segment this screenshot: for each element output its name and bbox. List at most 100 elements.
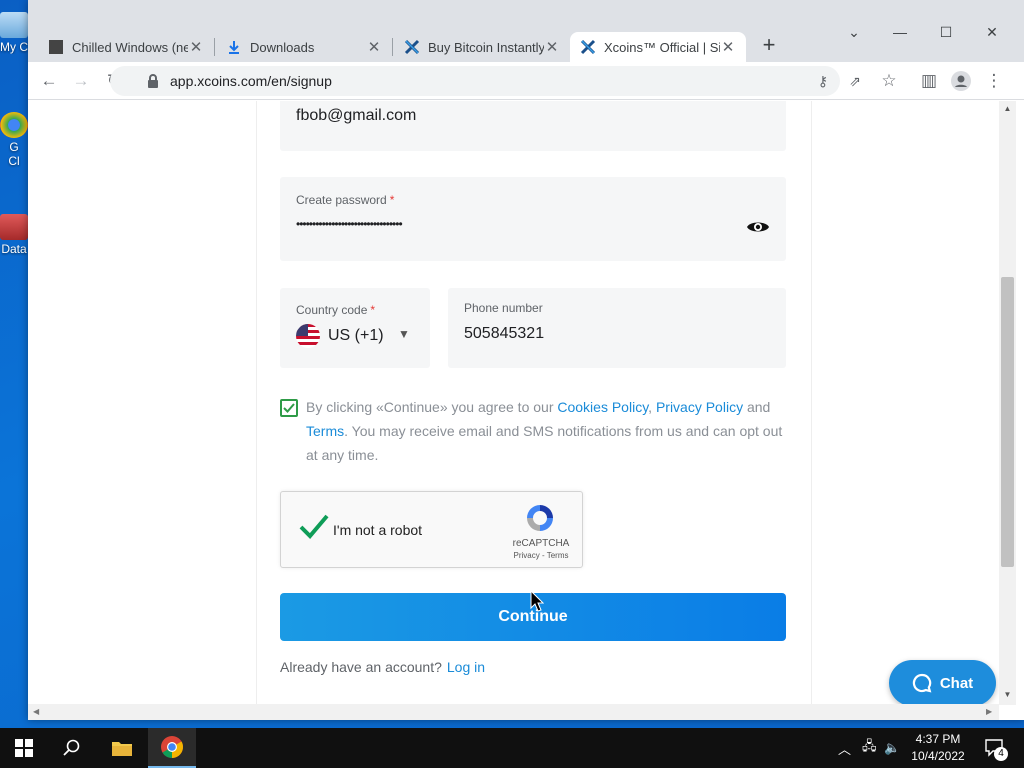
desktop-icon-label: G <box>9 140 19 154</box>
recaptcha-links[interactable]: Privacy - Terms <box>507 551 575 560</box>
network-icon[interactable]: 🖧 <box>862 728 877 768</box>
log-in-link[interactable]: Log in <box>447 659 485 675</box>
back-arrow-icon[interactable]: ← <box>36 69 62 93</box>
taskbar: ︿ 🖧 🔈 4:37 PM 10/4/2022 4 <box>0 728 1024 768</box>
bookmark-star-icon[interactable]: ☆ <box>876 69 902 93</box>
phone-number-value: 505845321 <box>464 325 545 342</box>
chrome-icon <box>161 736 183 758</box>
email-value: fbob@gmail.com <box>296 107 417 124</box>
phone-number-field[interactable]: Phone number 505845321 <box>448 288 786 368</box>
clock-time: 4:37 PM <box>915 732 961 746</box>
tab-close-icon[interactable]: ✕ <box>544 38 560 56</box>
tab-xcoins-signup[interactable]: Xcoins™ Official | Sig ✕ <box>570 32 746 62</box>
data-file-icon <box>0 214 28 240</box>
download-icon <box>226 39 242 55</box>
start-button[interactable] <box>0 728 48 768</box>
tab-separator <box>214 38 215 56</box>
country-code-value: US (+1) <box>328 327 384 344</box>
recaptcha-check-icon[interactable] <box>297 512 331 542</box>
tab-search-chevron-icon[interactable]: ⌄ <box>831 24 877 46</box>
scroll-down-arrow-icon[interactable]: ▼ <box>999 690 1016 699</box>
profile-avatar-icon[interactable] <box>948 69 974 93</box>
desktop-icon-data[interactable]: Data <box>0 214 28 256</box>
us-flag-icon <box>296 324 320 353</box>
lock-icon[interactable] <box>146 73 162 89</box>
tab-buy-bitcoin[interactable]: Buy Bitcoin Instantly ✕ <box>394 32 570 62</box>
recaptcha-label: I'm not a robot <box>333 522 423 538</box>
volume-icon[interactable]: 🔈 <box>884 728 900 768</box>
xcoins-logo-icon <box>580 39 596 55</box>
notification-center-button[interactable]: 4 <box>984 728 1008 768</box>
chrome-taskbar-button[interactable] <box>148 728 196 768</box>
address-bar[interactable]: app.xcoins.com/en/signup ⚷ ⇗ <box>110 66 861 96</box>
tab-chilled-windows[interactable]: Chilled Windows (new ✕ <box>38 32 214 62</box>
scrollbar-thumb[interactable] <box>1001 277 1014 567</box>
side-panel-icon[interactable]: ▥ <box>916 69 942 93</box>
show-hidden-icons-chevron[interactable]: ︿ <box>838 728 851 768</box>
horizontal-scrollbar[interactable]: ◀ ▶ <box>28 704 999 720</box>
consent-suffix: . You may receive email and SMS notifica… <box>306 423 783 463</box>
tab-title: Downloads <box>250 39 315 55</box>
tab-close-icon[interactable]: ✕ <box>188 38 204 56</box>
desktop-icon-label: Cl <box>8 154 20 168</box>
consent-comma: , <box>648 399 656 415</box>
new-tab-button[interactable]: + <box>758 34 780 56</box>
tab-close-icon[interactable]: ✕ <box>366 38 382 56</box>
email-field[interactable]: fbob@gmail.com <box>280 101 786 151</box>
menu-kebab-icon[interactable]: ⋮ <box>981 69 1007 93</box>
recaptcha-logo-icon <box>524 502 556 534</box>
browser-toolbar: ← → ↻ app.xcoins.com/en/signup ⚷ ⇗ ☆ ▥ ⋮ <box>28 62 1024 100</box>
mouse-cursor-icon <box>530 590 544 612</box>
recaptcha-brand: reCAPTCHA <box>512 538 570 549</box>
cookies-policy-link[interactable]: Cookies Policy <box>557 399 648 415</box>
consent-row: By clicking «Continue» you agree to our … <box>280 395 790 467</box>
close-window-button[interactable]: ✕ <box>969 24 1015 46</box>
tab-strip: Chilled Windows (new ✕ Downloads ✕ Buy B… <box>28 0 1024 62</box>
scroll-left-arrow-icon[interactable]: ◀ <box>33 707 39 716</box>
password-value: ••••••••••••••••••••••••••••••••• <box>296 217 403 231</box>
chat-bubble-icon <box>912 673 932 693</box>
desktop-icon-my-computer[interactable]: My C <box>0 12 28 54</box>
file-explorer-button[interactable] <box>98 728 146 768</box>
minimize-button[interactable]: — <box>877 24 923 46</box>
video-favicon-icon <box>48 39 64 55</box>
windows-logo-icon <box>15 739 33 757</box>
country-code-select[interactable]: Country code * US (+1) ▼ <box>280 288 430 368</box>
desktop-icon-label: My C <box>0 40 28 54</box>
consent-text: By clicking «Continue» you agree to our … <box>280 395 790 467</box>
scroll-up-arrow-icon[interactable]: ▲ <box>999 104 1016 113</box>
chat-button[interactable]: Chat <box>889 660 996 705</box>
consent-prefix: By clicking «Continue» you agree to our <box>306 399 558 415</box>
tab-title: Buy Bitcoin Instantly <box>428 39 544 55</box>
forward-arrow-icon[interactable]: → <box>68 69 94 93</box>
xcoins-logo-icon <box>404 39 420 55</box>
url-text[interactable]: app.xcoins.com/en/signup <box>170 73 332 89</box>
share-icon[interactable]: ⇗ <box>844 71 866 91</box>
key-icon[interactable]: ⚷ <box>812 71 834 91</box>
phone-number-label: Phone number <box>464 301 543 315</box>
chrome-icon <box>0 112 28 138</box>
caret-down-icon: ▼ <box>398 327 410 341</box>
desktop-icon-label: Data <box>1 242 27 256</box>
country-code-label: Country code * <box>296 303 376 317</box>
vertical-scrollbar[interactable]: ▲ ▼ <box>999 101 1016 705</box>
password-field[interactable]: Create password * •••••••••••••••••••••••… <box>280 177 786 261</box>
privacy-policy-link[interactable]: Privacy Policy <box>656 399 743 415</box>
tab-downloads[interactable]: Downloads ✕ <box>216 32 392 62</box>
tab-separator <box>392 38 393 56</box>
computer-icon <box>0 12 28 38</box>
browser-window: Chilled Windows (new ✕ Downloads ✕ Buy B… <box>28 0 1024 720</box>
eye-icon[interactable] <box>746 219 770 240</box>
search-button[interactable] <box>48 728 96 768</box>
terms-link[interactable]: Terms <box>306 423 344 439</box>
taskbar-clock[interactable]: 4:37 PM 10/4/2022 <box>904 731 972 765</box>
recaptcha-widget: I'm not a robot reCAPTCHA Privacy - Term… <box>280 491 583 568</box>
chat-label: Chat <box>939 674 974 692</box>
tab-close-icon[interactable]: ✕ <box>720 38 736 56</box>
scroll-right-arrow-icon[interactable]: ▶ <box>986 707 992 716</box>
consent-and: and <box>743 399 771 415</box>
notification-count-badge: 4 <box>994 747 1008 761</box>
desktop-icon-chrome[interactable]: G Cl <box>0 112 28 168</box>
consent-checkbox[interactable] <box>280 399 298 417</box>
maximize-button[interactable]: ☐ <box>923 24 969 46</box>
